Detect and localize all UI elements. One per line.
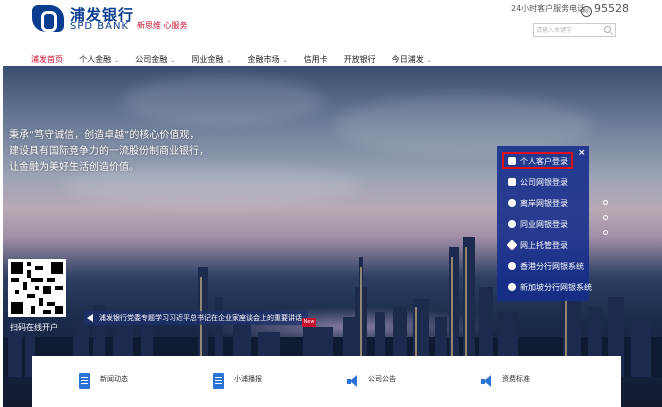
carousel-dot[interactable] <box>603 230 608 235</box>
header: 浦发银行 SPD BANK 新思维 心服务 24小时客户服务电话 ☏ 95528 … <box>0 0 662 66</box>
hotline-label: 24小时客户服务电话 <box>511 4 586 13</box>
login-personal[interactable]: 个人客户登录 <box>502 152 573 169</box>
phone-icon: ☏ <box>581 6 592 17</box>
nav-item-corporate[interactable]: 公司金融 ⌄ <box>135 54 175 65</box>
phone-number-text: 95528 <box>594 2 629 15</box>
chevron-down-icon: ⌄ <box>226 57 232 64</box>
login-item-label: 网上托管登录 <box>520 241 568 250</box>
nav-item-label: 金融市场 <box>247 55 280 64</box>
banner-line: 让金融为美好生活创造价值。 <box>9 162 139 173</box>
building-icon <box>508 178 516 186</box>
login-item-label: 公司网银登录 <box>520 178 568 187</box>
sg-icon <box>508 283 516 291</box>
login-item-label: 新加坡分行网银系统 <box>520 283 592 292</box>
chevron-down-icon: ⌄ <box>114 57 120 64</box>
phone-number: ☏ 95528 <box>581 2 629 17</box>
search-icon[interactable] <box>604 26 611 33</box>
chevron-down-icon: ⌄ <box>170 57 176 64</box>
document-icon <box>79 373 90 389</box>
gear-icon <box>508 220 516 228</box>
login-offshore[interactable]: 离岸网银登录 <box>508 198 588 214</box>
hk-icon <box>508 262 516 270</box>
page: 浦发银行 SPD BANK 新思维 心服务 24小时客户服务电话 ☏ 95528 … <box>0 0 662 407</box>
nav-item-label: 开放银行 <box>343 55 376 64</box>
new-badge: New <box>302 318 316 327</box>
login-item-label: 个人客户登录 <box>520 157 568 166</box>
chevron-down-icon: ⌄ <box>426 57 432 64</box>
carousel-dot[interactable] <box>603 215 608 220</box>
news-ticker[interactable]: 浦发银行党委专题学习习近平总书记在企业家座谈会上的重要讲话 <box>84 311 308 325</box>
speaker-icon <box>347 375 361 388</box>
news-headline[interactable]: 浦发银行党委专题学习习近平总书记在企业家座谈会上的重要讲话 <box>99 313 302 323</box>
nav-item-label: 信用卡 <box>303 55 328 64</box>
main-nav: 浦发首页 个人金融 ⌄ 公司金融 ⌄ 同业金融 ⌄ 金融市场 ⌄ 信用卡 开放银行 今日… <box>31 47 443 64</box>
login-singapore[interactable]: 新加坡分行网银系统 <box>508 282 592 298</box>
nav-item-personal[interactable]: 个人金融 ⌄ <box>79 54 119 65</box>
search-box <box>533 23 616 37</box>
login-hongkong[interactable]: 香港分行网银系统 <box>508 261 588 277</box>
quick-links-bar: 新闻动态 小浦播报 公司公告 资费标准 <box>32 356 621 407</box>
search-input[interactable] <box>536 25 596 36</box>
nav-item-label: 同业金融 <box>191 55 224 64</box>
nav-item-label: 今日浦发 <box>391 55 424 64</box>
speaker-icon <box>87 314 93 322</box>
login-item-label: 同业网银登录 <box>520 220 568 229</box>
logo-mark-icon <box>32 5 64 32</box>
nav-item-markets[interactable]: 金融市场 ⌄ <box>247 54 287 65</box>
nav-item-interbank[interactable]: 同业金融 ⌄ <box>191 54 231 65</box>
chevron-down-icon: ⌄ <box>282 57 288 64</box>
qr-code-image <box>8 259 66 317</box>
logo-name-en: SPD BANK <box>70 21 129 32</box>
nav-item-today[interactable]: 今日浦发 ⌄ <box>392 54 432 65</box>
nav-item-label: 公司金融 <box>135 55 168 64</box>
login-corporate[interactable]: 公司网银登录 <box>508 177 588 193</box>
quick-link-label: 公司公告 <box>368 375 396 383</box>
slogan: 新思维 心服务 <box>137 21 188 30</box>
login-item-label: 离岸网银登录 <box>520 199 568 208</box>
quick-link-label: 新闻动态 <box>100 375 128 383</box>
bank-logo[interactable]: 浦发银行 SPD BANK <box>32 4 142 34</box>
nav-item-label: 浦发首页 <box>31 55 63 64</box>
qr-code-icon <box>11 262 63 314</box>
person-icon <box>508 157 516 165</box>
banner-line: 建设具有国际竞争力的一流股份制商业银行， <box>9 146 209 157</box>
login-interbank[interactable]: 同业网银登录 <box>508 219 588 235</box>
carousel-dot[interactable] <box>603 200 608 205</box>
diamond-icon <box>506 239 518 251</box>
document-icon <box>213 373 224 389</box>
quick-link-label: 小浦播报 <box>234 375 262 383</box>
banner-line: 秉承“笃守诚信，创造卓越”的核心价值观， <box>9 130 200 141</box>
quick-link-label: 资费标准 <box>502 375 530 383</box>
login-custody[interactable]: 网上托管登录 <box>506 239 588 256</box>
speaker-icon <box>481 375 495 388</box>
qr-code-label: 扫码在线开户 <box>10 323 58 332</box>
nav-item-credit-card[interactable]: 信用卡 <box>304 54 328 65</box>
banner-slogan: 秉承“笃守诚信，创造卓越”的核心价值观， 建设具有国际竞争力的一流股份制商业银行… <box>9 128 209 176</box>
nav-item-label: 个人金融 <box>79 55 112 64</box>
login-item-label: 香港分行网银系统 <box>520 262 584 271</box>
close-icon[interactable]: × <box>578 148 586 158</box>
cloud-decoration <box>123 76 323 126</box>
nav-item-open-banking[interactable]: 开放银行 <box>344 54 376 65</box>
globe-icon <box>508 199 516 207</box>
nav-item-home[interactable]: 浦发首页 <box>31 54 63 65</box>
